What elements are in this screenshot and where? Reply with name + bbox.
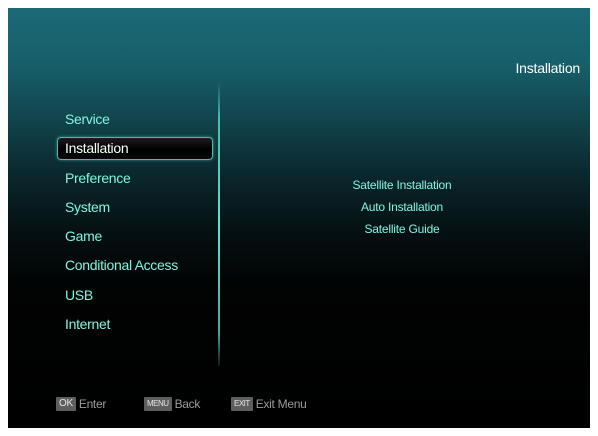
menu-divider [218, 84, 220, 366]
submenu-item-auto-installation[interactable]: Auto Installation [302, 196, 502, 218]
menu-item-service[interactable]: Service [58, 105, 208, 134]
menu-key-badge: MENU [144, 397, 172, 411]
hint-menu-back: MENU Back [144, 395, 200, 413]
exit-hint-label: Exit Menu [255, 397, 307, 411]
page-title: Installation [515, 60, 580, 76]
menu-item-conditional-access[interactable]: Conditional Access [58, 251, 208, 280]
menu-item-installation[interactable]: Installation [57, 137, 213, 161]
footer-hints: OK Enter MENU Back EXIT Exit Menu [8, 395, 590, 413]
menu-item-preference[interactable]: Preference [58, 164, 208, 193]
hint-exit-menu: EXIT Exit Menu [231, 395, 307, 413]
menu-item-internet[interactable]: Internet [58, 310, 208, 339]
tv-menu-screen: Installation Service Installation Prefer… [8, 8, 590, 428]
submenu-item-satellite-installation[interactable]: Satellite Installation [302, 174, 502, 196]
menu-item-game[interactable]: Game [58, 222, 208, 251]
main-menu: Service Installation Preference System G… [57, 105, 214, 339]
ok-key-badge: OK [56, 397, 76, 411]
hint-ok-enter: OK Enter [56, 395, 106, 413]
menu-hint-label: Back [174, 397, 201, 411]
submenu: Satellite Installation Auto Installation… [302, 174, 502, 240]
ok-hint-label: Enter [78, 397, 107, 411]
submenu-item-satellite-guide[interactable]: Satellite Guide [302, 218, 502, 240]
exit-key-badge: EXIT [231, 397, 253, 411]
menu-item-usb[interactable]: USB [58, 281, 208, 310]
menu-item-system[interactable]: System [58, 193, 208, 222]
